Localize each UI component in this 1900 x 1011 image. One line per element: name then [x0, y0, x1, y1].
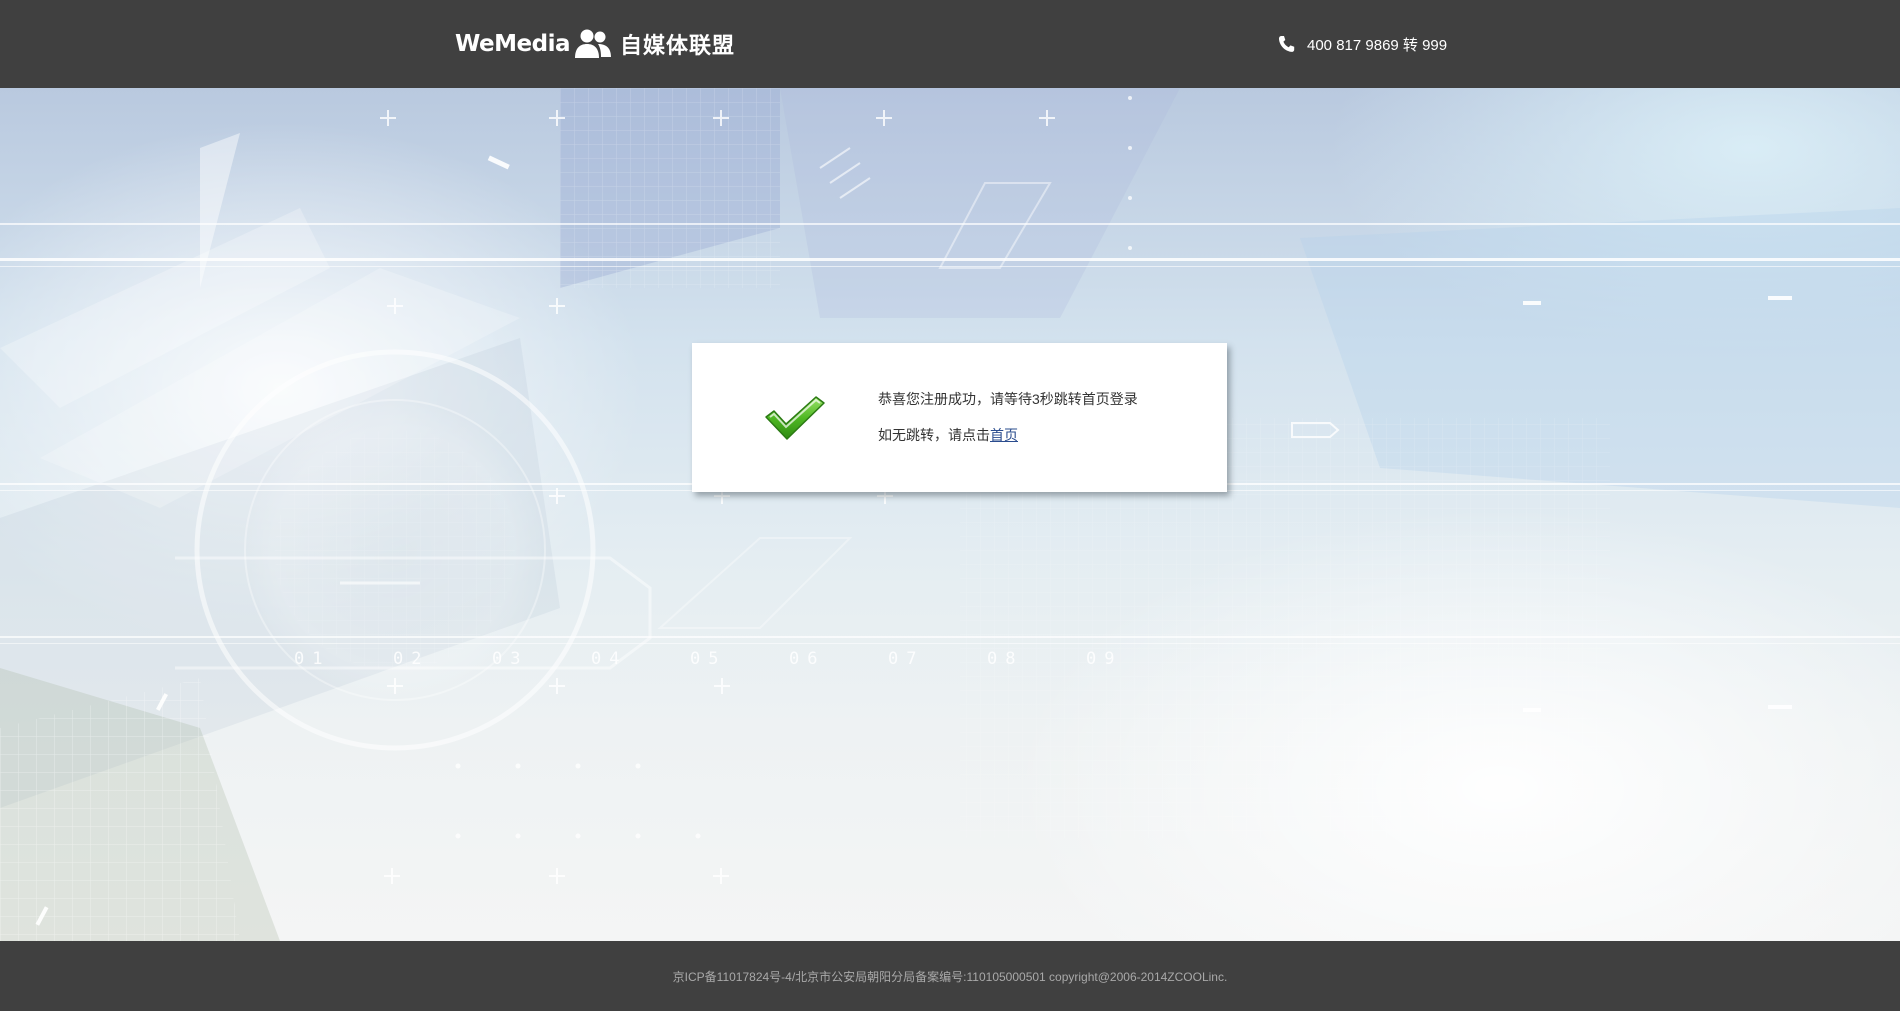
scale-label: 05: [690, 649, 726, 669]
success-message: 恭喜您注册成功，请等待3秒跳转首页登录: [878, 391, 1138, 407]
redirect-hint-text: 如无跳转，请点击: [878, 427, 990, 443]
scale-label: 09: [1086, 649, 1122, 669]
success-dialog: 恭喜您注册成功，请等待3秒跳转首页登录 如无跳转，请点击首页: [692, 343, 1227, 492]
tech-background-graphic: 01 02 03 04 05 06 07 08 09: [0, 88, 1900, 941]
users-icon: [575, 29, 612, 58]
home-link[interactable]: 首页: [990, 427, 1018, 443]
scale-label: 08: [987, 649, 1023, 669]
checkmark-icon: [765, 396, 825, 440]
scale-label: 02: [393, 649, 429, 669]
logo-text-cn: 自媒体联盟: [620, 34, 736, 59]
logo[interactable]: WeMedia 自媒体联盟: [455, 26, 735, 62]
scale-label: 04: [591, 649, 627, 669]
phone-contact: 400 817 9869 转 999: [1278, 33, 1447, 55]
scale-label: 07: [888, 649, 924, 669]
phone-number: 400 817 9869 转 999: [1307, 36, 1448, 54]
phone-icon: [1278, 36, 1295, 52]
hero-background: 01 02 03 04 05 06 07 08 09 恭喜您注册成功，请等待3秒跳转首页登录 如…: [0, 88, 1900, 941]
footer-copyright: 京ICP备11017824号-4/北京市公安局朝阳分局备案编号:11010500…: [672, 970, 1228, 984]
header-bar: WeMedia 自媒体联盟 400 817 9869 转 999: [0, 0, 1900, 88]
scale-label: 06: [789, 649, 825, 669]
scale-label: 03: [492, 649, 528, 669]
footer-bar: 京ICP备11017824号-4/北京市公安局朝阳分局备案编号:11010500…: [0, 941, 1900, 1011]
logo-text-en: WeMedia: [455, 31, 571, 57]
scale-label: 01: [294, 649, 330, 669]
redirect-hint: 如无跳转，请点击首页: [878, 425, 1018, 445]
